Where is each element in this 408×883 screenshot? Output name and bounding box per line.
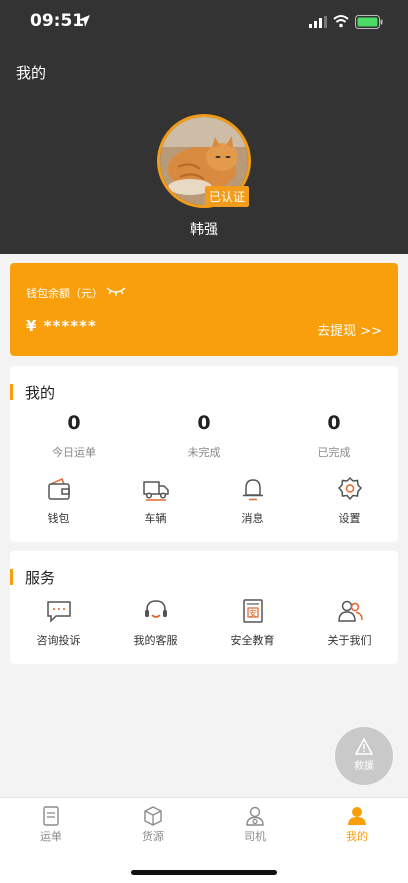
stat-value: 0 [197, 412, 211, 434]
rescue-label: 救援 [354, 761, 374, 772]
verified-badge: 已认证 [205, 186, 250, 207]
grid-label: 关于我们 [327, 634, 372, 647]
stat-label: 未完成 [187, 446, 221, 459]
mine-section-title: 我的 [10, 382, 55, 403]
grid-label: 消息 [241, 512, 264, 525]
grid-label: 咨询投诉 [36, 634, 81, 647]
location-arrow-icon [78, 15, 90, 27]
menu-vehicle[interactable]: 车辆 [107, 476, 204, 526]
svg-text:安: 安 [249, 608, 257, 618]
profile-icon [348, 807, 366, 825]
menu-about-us[interactable]: 关于我们 [301, 598, 398, 648]
driver-icon [246, 806, 264, 826]
grid-label: 车辆 [144, 512, 167, 525]
menu-safety-education[interactable]: 安 安全教育 [204, 598, 301, 648]
tab-label: 运单 [40, 830, 62, 843]
stat-label: 今日运单 [52, 446, 96, 459]
settings-icon [337, 476, 362, 501]
stat-value: 0 [327, 412, 341, 434]
cellular-signal-icon [309, 16, 327, 28]
rescue-button[interactable]: 救援 [335, 727, 393, 785]
tab-label: 我的 [346, 830, 368, 843]
home-indicator [131, 870, 277, 875]
menu-consult-complaint[interactable]: 咨询投诉 [10, 598, 107, 648]
wifi-icon [333, 15, 349, 28]
avatar-container[interactable]: 已认证 [157, 114, 251, 208]
stat-value: 0 [67, 412, 81, 434]
tab-label: 货源 [142, 830, 164, 843]
safety-book-icon: 安 [242, 599, 263, 623]
service-section-title: 服务 [10, 567, 55, 588]
tab-waybill[interactable]: 运单 [0, 806, 102, 844]
warning-icon [355, 738, 373, 755]
wallet-icon [47, 477, 70, 500]
wallet-balance-label: 钱包余额（元） [26, 287, 103, 300]
grid-label: 我的客服 [133, 634, 178, 647]
profile-header: 09:51 我的 已认证 韩强 [0, 0, 408, 254]
wallet-balance-amount: ¥ ****** [26, 317, 97, 335]
stat-completed[interactable]: 0 已完成 [269, 412, 399, 460]
tab-cargo[interactable]: 货源 [102, 806, 204, 844]
menu-messages[interactable]: 消息 [204, 476, 301, 526]
battery-icon [355, 15, 383, 29]
status-bar: 09:51 [0, 0, 408, 46]
stat-label: 已完成 [317, 446, 351, 459]
bell-icon [242, 479, 263, 501]
waybill-icon [43, 806, 59, 826]
chat-icon [46, 601, 71, 623]
eye-closed-icon[interactable] [106, 285, 126, 297]
truck-icon [142, 481, 169, 501]
stat-today-waybills[interactable]: 0 今日运单 [9, 412, 139, 460]
withdraw-link[interactable]: 去提现 >> [317, 320, 382, 339]
mine-panel: 我的 0 今日运单 0 未完成 0 已完成 钱包 车辆 消息 设置 [10, 366, 398, 542]
status-time: 09:51 [30, 11, 85, 31]
people-icon [337, 600, 363, 622]
stat-incomplete[interactable]: 0 未完成 [139, 412, 269, 460]
username: 韩强 [190, 222, 218, 238]
grid-label: 设置 [338, 512, 361, 525]
tab-driver[interactable]: 司机 [204, 806, 306, 844]
wallet-balance-card[interactable]: 钱包余额（元） ¥ ****** 去提现 >> [10, 263, 398, 356]
cargo-box-icon [144, 806, 162, 826]
grid-label: 安全教育 [230, 634, 275, 647]
headset-icon [144, 600, 167, 618]
grid-label: 钱包 [47, 512, 70, 525]
menu-settings[interactable]: 设置 [301, 476, 398, 526]
menu-wallet[interactable]: 钱包 [10, 476, 107, 526]
tab-mine[interactable]: 我的 [306, 806, 408, 844]
menu-customer-service[interactable]: 我的客服 [107, 598, 204, 648]
tab-label: 司机 [244, 830, 266, 843]
service-panel: 服务 咨询投诉 我的客服 安 安全教育 关于我们 [10, 551, 398, 664]
page-title: 我的 [16, 64, 47, 82]
